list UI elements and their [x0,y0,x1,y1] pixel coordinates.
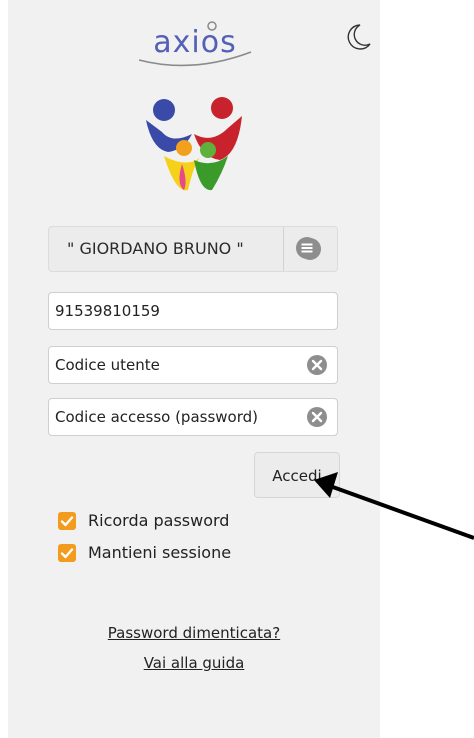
login-button[interactable]: Accedi [254,452,340,498]
keep-session-label: Mantieni sessione [88,543,232,562]
user-code-field[interactable] [48,346,338,384]
menu-icon[interactable] [296,237,318,259]
forgot-password-link[interactable]: Password dimenticata? [8,624,380,642]
school-divider [283,227,284,271]
checkmark-icon [60,548,74,559]
family-logo [146,97,242,191]
school-selector[interactable]: " GIORDANO BRUNO " [48,226,338,272]
checkmark-icon [60,516,74,527]
school-name: " GIORDANO BRUNO " [67,239,244,258]
school-code-field[interactable] [48,292,338,330]
axios-logo: axios [138,21,252,67]
password-field[interactable] [48,398,338,436]
logo-text: axios [153,25,236,60]
user-code-input[interactable] [55,347,295,383]
guide-link[interactable]: Vai alla guida [8,654,380,672]
keep-session-checkbox[interactable] [58,544,76,562]
remember-password-label: Ricorda password [88,511,230,530]
clear-icon[interactable] [307,355,327,375]
password-input[interactable] [55,399,295,435]
clear-icon[interactable] [307,407,327,427]
moon-icon[interactable] [342,22,372,52]
remember-password-checkbox[interactable] [58,512,76,530]
school-code-input[interactable] [55,293,295,329]
